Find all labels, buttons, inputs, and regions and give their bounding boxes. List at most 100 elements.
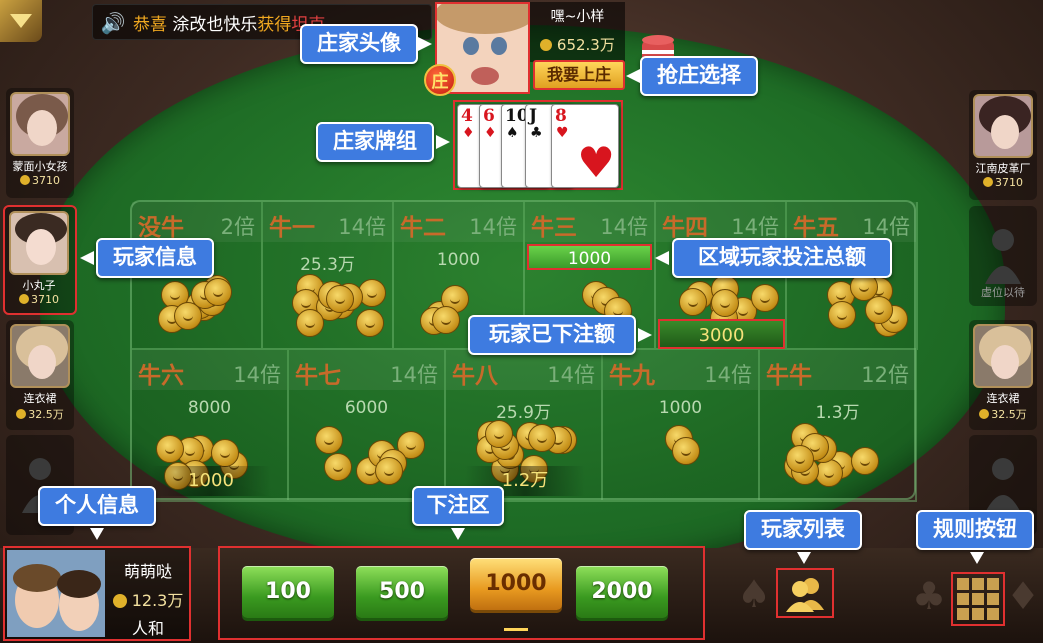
arrow-right-icon xyxy=(418,37,432,51)
zone-multiplier: 14倍 xyxy=(390,363,438,387)
zone-header: 牛九 14倍 xyxy=(603,350,758,390)
zone-header: 牛四 14倍 xyxy=(656,202,785,242)
diamond-decoration-icon: ♦ xyxy=(1006,574,1041,618)
arrow-left-icon xyxy=(655,251,669,265)
rules-button[interactable] xyxy=(951,572,1005,626)
chip-button-500[interactable]: 500 xyxy=(356,566,448,618)
player-list-button[interactable] xyxy=(776,568,834,618)
bet-zone[interactable]: 牛牛 12倍 1.3万 xyxy=(760,350,917,502)
bet-coin xyxy=(679,288,707,316)
bet-zone[interactable]: 牛一 14倍 25.3万 xyxy=(263,202,394,350)
callout-player-list: 玩家列表 xyxy=(744,510,862,550)
announcement-suffix: 获 xyxy=(257,15,275,35)
avatar xyxy=(973,94,1033,158)
speaker-icon: 🔊 xyxy=(100,11,126,35)
player-coins: 32.5万 xyxy=(969,406,1037,422)
zone-multiplier: 14倍 xyxy=(731,215,779,239)
arrow-right-icon xyxy=(436,135,450,149)
coin-icon xyxy=(983,177,993,187)
bet-coin xyxy=(828,301,856,329)
player-seat-right-3[interactable]: 连衣裙 32.5万 xyxy=(969,320,1037,430)
player-seat-left-2[interactable]: 小丸子 3710 xyxy=(3,205,77,315)
arrow-down-icon xyxy=(90,528,104,540)
zone-multiplier: 14倍 xyxy=(862,215,910,239)
player-coins: 32.5万 xyxy=(6,406,74,422)
bet-zone[interactable]: 牛八 14倍 25.9万 1.2万 xyxy=(446,350,603,502)
zone-total: 1000 xyxy=(527,244,652,270)
card-rank: 6 xyxy=(483,106,495,126)
zone-header: 牛牛 12倍 xyxy=(760,350,915,390)
arrow-right-icon xyxy=(638,328,652,342)
arrow-left-icon xyxy=(626,69,640,83)
arrow-down-icon xyxy=(970,552,984,564)
zone-header: 没牛 2倍 xyxy=(132,202,261,242)
zone-name: 牛牛 xyxy=(766,362,812,389)
card-rank: J xyxy=(529,106,538,126)
card-suit: ♠ xyxy=(506,125,519,141)
zone-total: 1000 xyxy=(658,398,703,418)
zone-name: 牛六 xyxy=(138,362,184,389)
bet-chip-panel: 100 500 1000 2000 xyxy=(218,546,705,640)
empty-seat-right[interactable]: 虚位以待 xyxy=(969,206,1037,306)
bet-zone[interactable]: 牛七 14倍 6000 xyxy=(289,350,446,502)
menu-button[interactable] xyxy=(0,0,42,42)
bet-zone[interactable]: 牛九 14倍 1000 xyxy=(603,350,760,502)
selected-chip-indicator xyxy=(504,628,528,631)
zone-name: 没牛 xyxy=(138,214,184,241)
banker-coin-value: 652.3万 xyxy=(556,36,615,54)
banker-name: 嘿~小样 xyxy=(550,9,605,25)
zone-name: 牛三 xyxy=(531,214,577,241)
self-coins: 12.3万 xyxy=(105,587,191,611)
callout-bet-area: 下注区 xyxy=(412,486,504,526)
callout-rules: 规则按钮 xyxy=(916,510,1034,550)
player-seat-left-1[interactable]: 蒙面小女孩 3710 xyxy=(6,88,74,198)
zone-header: 牛五 14倍 xyxy=(787,202,916,242)
zone-name: 牛二 xyxy=(400,214,446,241)
bet-coin xyxy=(324,453,352,481)
chip-button-1000[interactable]: 1000 xyxy=(470,558,562,610)
zone-multiplier: 14倍 xyxy=(600,215,648,239)
callout-self-info: 个人信息 xyxy=(38,486,156,526)
callout-grab-banker: 抢庄选择 xyxy=(640,56,758,96)
chip-button-2000[interactable]: 2000 xyxy=(576,566,668,618)
users-icon xyxy=(786,578,824,612)
card-suit: ♦ xyxy=(462,125,475,141)
player-seat-left-3[interactable]: 连衣裙 32.5万 xyxy=(6,320,74,430)
zone-multiplier: 14倍 xyxy=(233,363,281,387)
player-seat-right-1[interactable]: 江南皮革厂 3710 xyxy=(969,90,1037,200)
zone-total: 6000 xyxy=(344,398,389,418)
my-bet-amount: 1000 xyxy=(151,466,271,496)
self-info-panel: 萌萌哒 12.3万 人和 xyxy=(3,546,191,641)
bet-zone[interactable]: 牛六 14倍 8000 1000 xyxy=(132,350,289,502)
zone-name: 牛五 xyxy=(793,214,839,241)
player-coin-value: 32.5万 xyxy=(991,408,1027,421)
arrow-down-icon xyxy=(797,552,811,564)
banker-coins: 652.3万 xyxy=(530,34,625,55)
player-coins: 3710 xyxy=(969,176,1037,189)
callout-player-info: 玩家信息 xyxy=(96,238,214,278)
callout-banker-avatar: 庄家头像 xyxy=(300,24,418,64)
bet-coin xyxy=(485,420,513,448)
zone-multiplier: 2倍 xyxy=(220,215,255,239)
bet-coin xyxy=(315,426,343,454)
banker-info: 嘿~小样 652.3万 xyxy=(530,2,625,62)
player-name: 蒙面小女孩 xyxy=(12,160,68,173)
avatar xyxy=(10,92,70,156)
announcement-text: 涂改也快乐 xyxy=(172,15,258,35)
zone-multiplier: 14倍 xyxy=(469,215,517,239)
club-decoration-icon: ♣ xyxy=(912,574,947,618)
self-avatar[interactable] xyxy=(7,550,105,637)
bet-coin xyxy=(851,447,879,475)
card-suit: ♥ xyxy=(556,125,569,141)
grab-banker-button[interactable]: 我要上庄 xyxy=(533,60,625,90)
avatar xyxy=(973,324,1033,388)
player-name: 连衣裙 xyxy=(23,392,57,405)
avatar xyxy=(10,324,70,388)
zone-name: 牛四 xyxy=(662,214,708,241)
card-rank: 4 xyxy=(461,106,473,126)
arrow-left-icon xyxy=(80,251,94,265)
bet-coin xyxy=(711,289,739,317)
coin-icon xyxy=(540,39,553,51)
chip-button-100[interactable]: 100 xyxy=(242,566,334,618)
callout-zone-total: 区域玩家投注总额 xyxy=(672,238,892,278)
